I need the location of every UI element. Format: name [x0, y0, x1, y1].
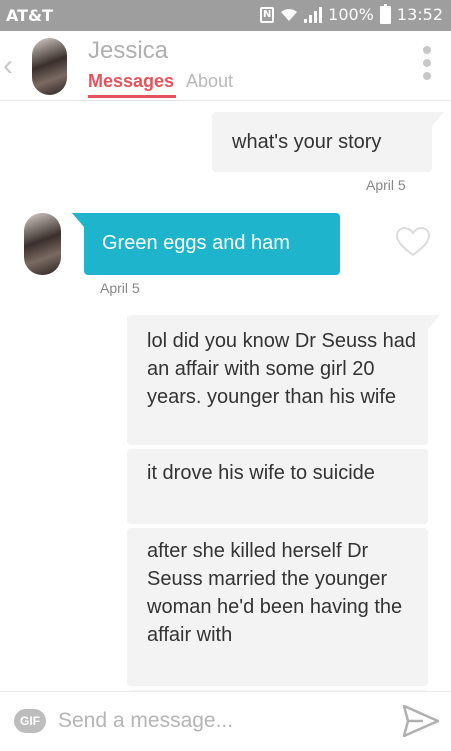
message-input[interactable]	[58, 706, 378, 736]
message-bubble-outgoing: it drove his wife to suicide	[127, 449, 428, 524]
bubble-tail	[428, 315, 440, 329]
avatar[interactable]	[32, 38, 67, 95]
bubble-tail	[72, 213, 84, 227]
heart-icon[interactable]	[396, 227, 430, 257]
tab-messages[interactable]: Messages	[88, 71, 174, 92]
chevron-left-icon[interactable]: ‹	[3, 51, 13, 81]
message-date: April 5	[100, 280, 140, 296]
active-tab-indicator	[88, 95, 176, 98]
battery-percent: 100%	[328, 5, 374, 24]
message-bubble-incoming: Green eggs and ham	[84, 213, 340, 275]
message-composer: GIF	[0, 691, 451, 751]
message-bubble-outgoing: after she killed herself Dr Seuss marrie…	[127, 528, 428, 686]
chat-header: ‹ Jessica Messages About	[0, 31, 451, 101]
avatar[interactable]	[24, 213, 61, 275]
gif-button[interactable]: GIF	[14, 709, 46, 733]
bubble-tail	[432, 112, 444, 126]
message-bubble-outgoing: lol did you know Dr Seuss had an affair …	[127, 315, 428, 445]
more-vertical-icon[interactable]	[423, 46, 431, 80]
send-icon[interactable]	[403, 705, 439, 737]
tab-about[interactable]: About	[186, 71, 233, 92]
battery-icon	[379, 3, 391, 24]
status-bar: AT&T N 100% 13:52	[0, 0, 451, 31]
wifi-icon	[281, 8, 298, 21]
status-icons: N 100% 13:52	[260, 3, 443, 24]
clock: 13:52	[396, 5, 443, 24]
message-date: April 5	[366, 177, 406, 193]
message-bubble-outgoing: what's your story	[212, 112, 432, 172]
signal-icon	[304, 6, 323, 23]
contact-name[interactable]: Jessica	[88, 37, 168, 65]
carrier-label: AT&T	[6, 6, 53, 25]
nfc-icon: N	[260, 6, 275, 23]
